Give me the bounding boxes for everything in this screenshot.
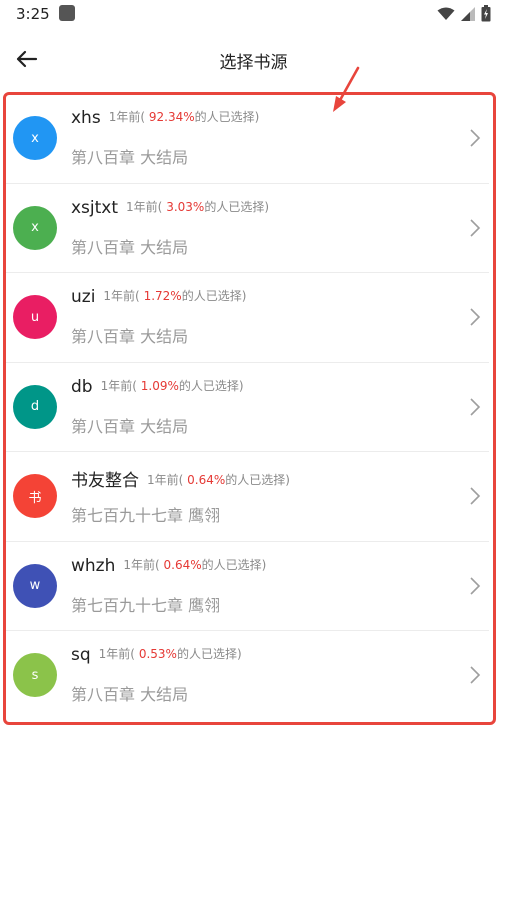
source-avatar: x (13, 116, 57, 160)
status-time: 3:25 (16, 5, 50, 23)
source-name: db (71, 376, 93, 397)
source-name: sq (71, 645, 91, 665)
source-meta-suffix: 的人已选择) (178, 378, 244, 393)
source-chapter: 第八百章 大结局 (71, 685, 189, 704)
source-row[interactable]: x xhs 1年前( 92.34%的人已选择) 第八百章 大结局 (6, 94, 491, 184)
source-meta-prefix: 1年前( (126, 199, 163, 214)
source-avatar: s (13, 653, 57, 697)
chevron-right-icon (470, 308, 481, 326)
source-meta-prefix: 1年前( (100, 378, 137, 393)
source-row[interactable]: x xsjtxt 1年前( 3.03%的人已选择) 第八百章 大结局 (6, 184, 491, 273)
source-name: uzi (71, 287, 96, 307)
source-meta-suffix: 的人已选择) (181, 289, 247, 303)
source-chapter: 第八百章 大结局 (71, 148, 189, 167)
page-title: 选择书源 (219, 53, 288, 73)
app-header: 选择书源 (0, 28, 507, 112)
source-name: xsjtxt (71, 197, 119, 218)
chevron-right-icon (470, 129, 481, 147)
source-meta-prefix: 1年前( (147, 473, 184, 487)
source-meta: 1年前( 1.72%的人已选择) (103, 289, 246, 303)
source-meta-prefix: 1年前( (123, 557, 160, 572)
source-chapter: 第七百九十七章 鹰翎 (71, 595, 221, 615)
source-avatar: d (13, 384, 57, 429)
source-avatar: x (13, 205, 57, 250)
source-name: whzh (71, 555, 116, 576)
source-row[interactable]: u uzi 1年前( 1.72%的人已选择) 第八百章 大结局 (6, 273, 491, 363)
status-bar: 3:25 (0, 0, 507, 28)
source-chapter: 第八百章 大结局 (71, 237, 189, 257)
source-percent: 1.09% (140, 378, 179, 393)
source-meta: 1年前( 92.34%的人已选择) (109, 110, 260, 124)
source-avatar: w (13, 563, 57, 608)
source-percent: 0.64% (187, 473, 226, 487)
source-percent: 1.72% (143, 289, 182, 303)
source-meta-prefix: 1年前( (108, 110, 146, 124)
status-icons (437, 5, 491, 22)
source-row[interactable]: w whzh 1年前( 0.64%的人已选择) 第七百九十七章 鹰翎 (6, 542, 491, 631)
source-meta: 1年前( 3.03%的人已选择) (126, 200, 269, 214)
source-avatar: 书 (13, 474, 57, 518)
source-percent: 0.53% (138, 647, 177, 661)
chevron-right-icon (470, 576, 481, 595)
source-list: x xhs 1年前( 92.34%的人已选择) 第八百章 大结局 x xsjtxt… (6, 94, 491, 721)
source-row[interactable]: 书 书友整合 1年前( 0.64%的人已选择) 第七百九十七章 鹰翎 (6, 452, 491, 542)
chevron-right-icon (470, 487, 481, 505)
signal-icon (461, 6, 475, 21)
chevron-right-icon (470, 218, 481, 237)
notification-app-icon (59, 5, 75, 21)
source-percent: 0.64% (163, 557, 202, 572)
source-meta-prefix: 1年前( (98, 647, 135, 661)
source-chapter: 第八百章 大结局 (71, 327, 189, 346)
source-avatar: u (13, 295, 57, 339)
chevron-right-icon (470, 666, 481, 684)
source-percent: 92.34% (148, 110, 195, 124)
source-chapter: 第七百九十七章 鹰翎 (71, 506, 221, 525)
battery-icon (481, 5, 491, 22)
source-name: 书友整合 (71, 471, 139, 491)
source-meta-suffix: 的人已选择) (194, 110, 260, 124)
source-meta-suffix: 的人已选择) (204, 199, 270, 214)
wifi-icon (437, 7, 455, 20)
source-meta-suffix: 的人已选择) (201, 557, 267, 572)
source-meta: 1年前( 1.09%的人已选择) (101, 379, 244, 393)
source-row[interactable]: s sq 1年前( 0.53%的人已选择) 第八百章 大结局 (6, 631, 491, 721)
source-chapter: 第八百章 大结局 (71, 416, 189, 436)
chevron-right-icon (470, 397, 481, 416)
source-meta: 1年前( 0.64%的人已选择) (147, 473, 290, 487)
source-meta-prefix: 1年前( (103, 289, 140, 303)
source-name: xhs (71, 108, 101, 128)
source-percent: 3.03% (166, 199, 205, 214)
source-meta: 1年前( 0.53%的人已选择) (99, 647, 242, 661)
source-meta-suffix: 的人已选择) (176, 647, 242, 661)
source-meta-suffix: 的人已选择) (225, 473, 290, 487)
source-row[interactable]: d db 1年前( 1.09%的人已选择) 第八百章 大结局 (6, 363, 491, 452)
source-meta: 1年前( 0.64%的人已选择) (123, 558, 266, 572)
